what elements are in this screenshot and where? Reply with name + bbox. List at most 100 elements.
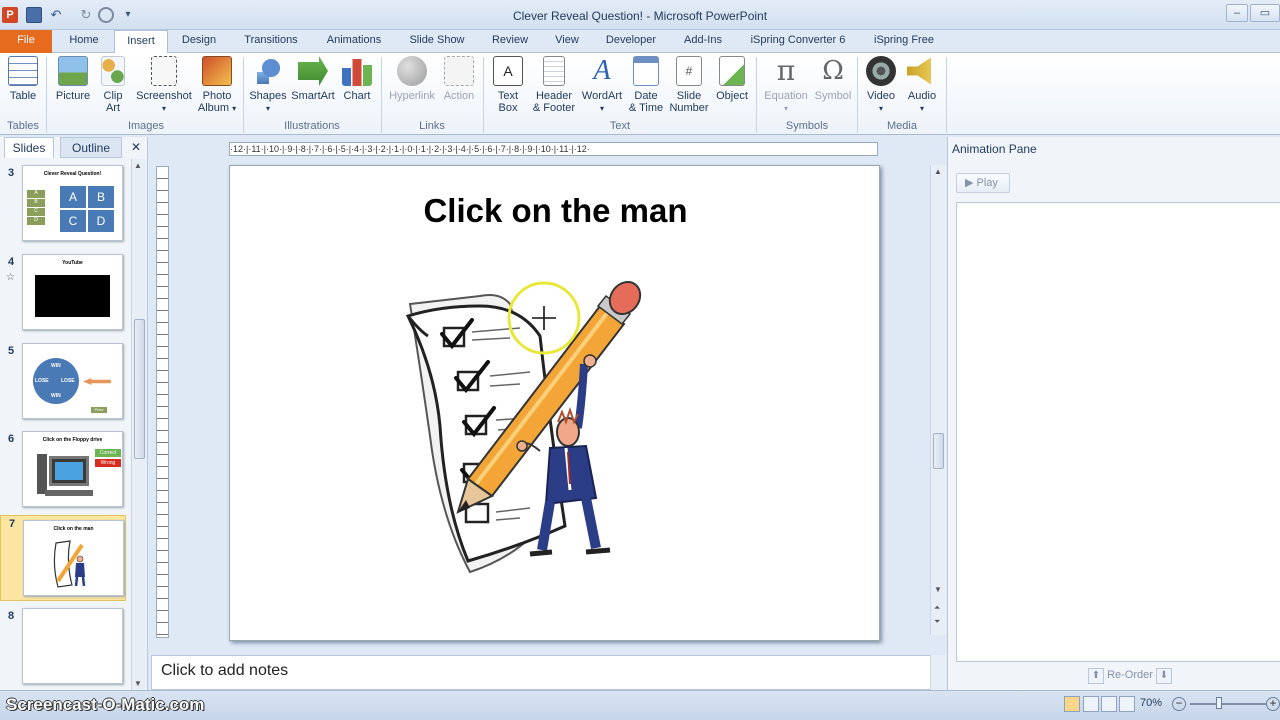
slide-thumbnail-3[interactable]: 3 Clever Reveal Question! A B C D A B C … <box>0 165 132 247</box>
tab-insert[interactable]: Insert <box>114 30 168 54</box>
object-icon <box>719 56 745 86</box>
tab-developer[interactable]: Developer <box>598 30 664 53</box>
zoom-in-icon[interactable]: + <box>1266 697 1280 711</box>
screenshot-button[interactable]: Screenshot ▾ <box>134 56 194 115</box>
slide-title[interactable]: Click on the man <box>230 192 881 230</box>
scrollbar-thumb[interactable] <box>134 319 145 459</box>
zoom-slider[interactable] <box>1190 703 1266 705</box>
play-button[interactable]: ▶ Play <box>956 173 1010 193</box>
slide-number-button[interactable]: # Slide Number <box>668 56 710 114</box>
group-separator <box>857 57 858 133</box>
equation-button[interactable]: π Equation ▾ <box>760 56 812 115</box>
horizontal-ruler[interactable]: ·12·|·11·|·10·|·9·|·8·|·7·|·6·|·5·|·4·|·… <box>229 142 878 156</box>
action-icon <box>444 56 474 86</box>
group-illustrations-label: Illustrations <box>284 120 340 132</box>
date-time-button[interactable]: Date & Time <box>626 56 666 114</box>
smartart-button[interactable]: SmartArt <box>290 56 336 102</box>
audio-button[interactable]: Audio ▾ <box>902 56 942 115</box>
slide-scrollbar[interactable]: ▲ ▼ ⏶ ⏷ <box>930 165 946 635</box>
screenshot-label: Screenshot <box>136 90 192 102</box>
move-down-icon[interactable]: ⬇ <box>1155 668 1172 684</box>
tab-slide-show[interactable]: Slide Show <box>402 30 472 53</box>
reading-view-icon[interactable] <box>1101 696 1117 712</box>
video-placeholder <box>35 275 110 317</box>
slide-preview: Clever Reveal Question! A B C D A B C D <box>22 165 123 241</box>
tab-review[interactable]: Review <box>484 30 536 53</box>
photo-album-button[interactable]: Photo Album ▾ <box>194 56 240 115</box>
tab-transitions[interactable]: Transitions <box>236 30 306 53</box>
spinner-wheel: WIN LOSE LOSE WIN <box>33 358 79 404</box>
slides-scrollbar[interactable]: ▲ ▼ <box>131 159 147 690</box>
tab-ispring-converter[interactable]: iSpring Converter 6 <box>742 30 854 53</box>
slide-thumbnail-5[interactable]: 5 WIN LOSE LOSE WIN Prize <box>0 343 132 425</box>
scroll-up-icon[interactable]: ▲ <box>134 161 142 170</box>
chart-button[interactable]: Chart <box>338 56 376 102</box>
slide-number: 6 <box>8 433 15 445</box>
slide-thumbnail-8[interactable]: 8 <box>0 608 132 690</box>
slideshow-view-icon[interactable] <box>1119 696 1135 712</box>
picture-button[interactable]: Picture <box>52 56 94 102</box>
zoom-out-icon[interactable]: − <box>1172 697 1186 711</box>
close-pane-icon[interactable]: ✕ <box>126 137 146 158</box>
header-footer-button[interactable]: Header & Footer <box>530 56 578 114</box>
group-media-label: Media <box>887 120 917 132</box>
wordart-button[interactable]: A WordArt ▾ <box>580 56 624 115</box>
vertical-ruler[interactable] <box>156 166 169 638</box>
slide-preview <box>22 608 123 684</box>
tab-ispring-free[interactable]: iSpring Free <box>866 30 942 53</box>
object-button[interactable]: Object <box>712 56 752 102</box>
globe-icon <box>397 56 427 86</box>
slide-thumbnail-6[interactable]: 6 Click on the Floppy drive Correct Wron… <box>0 431 132 513</box>
action-button[interactable]: Action <box>440 56 478 102</box>
symbol-button[interactable]: Ω Symbol <box>812 56 854 102</box>
screenshot-icon <box>151 56 177 86</box>
clip-art-icon <box>101 56 125 86</box>
minimize-button[interactable]: – <box>1226 4 1248 22</box>
photo-album-label-2: Album <box>197 102 230 114</box>
shapes-button[interactable]: Shapes ▾ <box>248 56 288 115</box>
tab-animations[interactable]: Animations <box>318 30 390 53</box>
table-button[interactable]: Table <box>4 56 42 102</box>
date-time-icon <box>633 56 659 86</box>
slide-thumbnail-7[interactable]: 7 Click on the man <box>0 515 126 601</box>
checklist-man-clipart[interactable] <box>400 276 660 576</box>
slide-canvas[interactable]: Click on the man <box>229 165 880 641</box>
video-button[interactable]: Video ▾ <box>862 56 900 115</box>
correct-badge: Correct <box>95 449 121 457</box>
notes-pane[interactable]: Click to add notes <box>151 655 931 690</box>
scroll-up-icon[interactable]: ▲ <box>934 167 942 176</box>
side-option: D <box>27 217 45 225</box>
clip-art-button[interactable]: Clip Art <box>98 56 128 114</box>
side-option: B <box>27 199 45 207</box>
slide-thumbnail-4[interactable]: 4 ☆ YouTube <box>0 254 132 336</box>
zoom-slider-thumb[interactable] <box>1216 697 1222 709</box>
normal-view-icon[interactable] <box>1064 696 1080 712</box>
animation-list[interactable] <box>956 202 1280 662</box>
previous-slide-icon[interactable]: ⏶ <box>934 603 940 613</box>
hyperlink-button[interactable]: Hyperlink <box>386 56 438 102</box>
chart-icon <box>342 59 372 86</box>
zoom-level[interactable]: 70% <box>1140 697 1162 709</box>
tab-home[interactable]: Home <box>60 30 108 53</box>
slide-number-label-2: Number <box>669 102 709 114</box>
text-box-button[interactable]: A Text Box <box>488 56 528 114</box>
scrollbar-thumb[interactable] <box>933 433 944 469</box>
wheel-word: LOSE <box>61 378 75 384</box>
scroll-down-icon[interactable]: ▼ <box>934 585 942 594</box>
slide-preview-title: Clever Reveal Question! <box>43 171 102 177</box>
group-text-label: Text <box>609 120 631 132</box>
tab-outline[interactable]: Outline <box>60 137 122 158</box>
move-up-icon[interactable]: ⬆ <box>1088 668 1104 684</box>
maximize-button[interactable]: ▭ <box>1250 4 1280 22</box>
tab-file[interactable]: File <box>0 30 52 53</box>
next-slide-icon[interactable]: ⏷ <box>934 617 940 627</box>
tab-design[interactable]: Design <box>172 30 226 53</box>
tab-slides[interactable]: Slides <box>4 137 54 158</box>
group-tables-label: Tables <box>7 120 39 132</box>
tab-view[interactable]: View <box>546 30 588 53</box>
scroll-down-icon[interactable]: ▼ <box>134 679 142 688</box>
equation-label: Equation <box>764 90 808 102</box>
slide-sorter-icon[interactable] <box>1083 696 1099 712</box>
notes-scrollbar[interactable] <box>930 655 946 690</box>
tab-add-ins[interactable]: Add-Ins <box>674 30 732 53</box>
